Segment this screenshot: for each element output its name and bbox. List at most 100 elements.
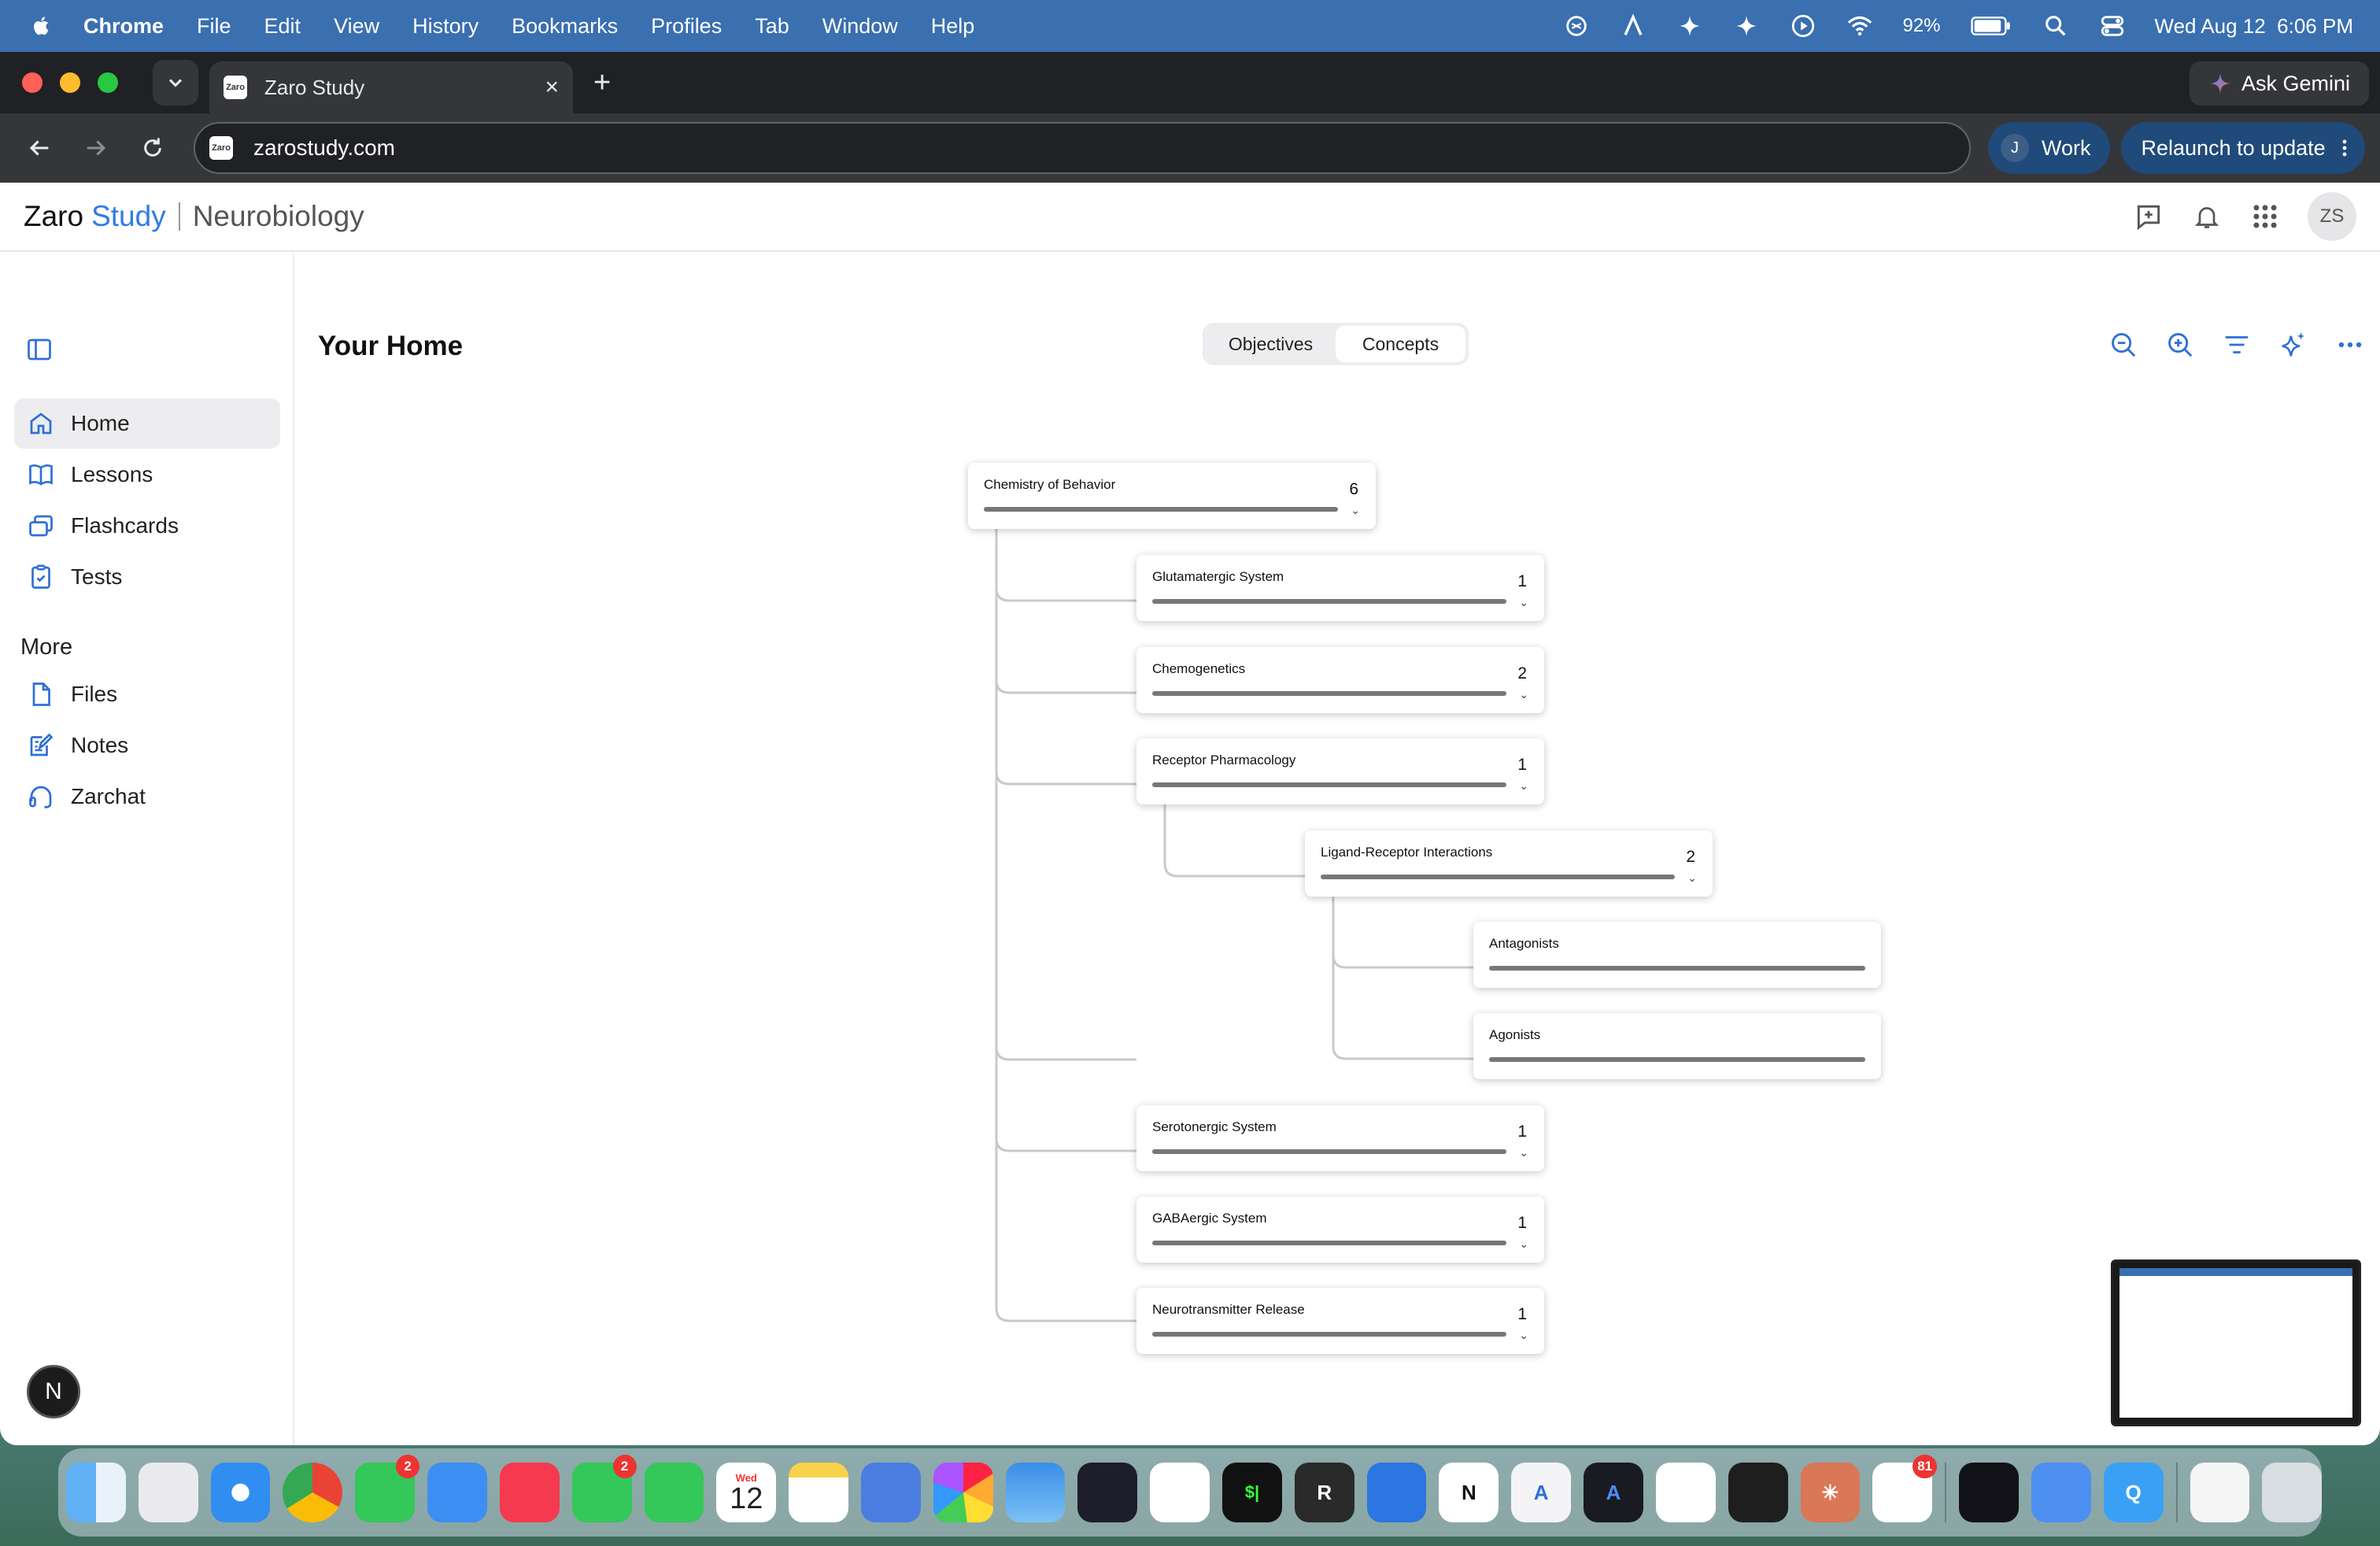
chatgpt-status-icon[interactable] [1562, 12, 1591, 40]
tab-zaro-study[interactable]: Zaro Zaro Study × [209, 61, 573, 113]
close-window-button[interactable] [22, 72, 42, 93]
battery-icon[interactable] [1969, 12, 2013, 40]
forward-button[interactable] [79, 131, 113, 165]
messages-icon[interactable]: 2 [355, 1455, 420, 1522]
menu-window[interactable]: Window [822, 14, 898, 39]
chevron-down-icon[interactable]: ⌄ [1519, 1237, 1528, 1251]
menu-profiles[interactable]: Profiles [651, 14, 722, 39]
xcode-icon[interactable] [1366, 1463, 1427, 1522]
address-bar[interactable]: Zaro zarostudy.com [194, 122, 1971, 174]
chevron-down-icon[interactable]: ⌄ [1519, 688, 1528, 701]
control-center-icon[interactable] [2098, 12, 2127, 40]
messages-badge: 2 [396, 1455, 420, 1478]
menu-help[interactable]: Help [931, 14, 975, 39]
recent-document-icon[interactable] [2190, 1463, 2250, 1522]
chrome-icon[interactable] [283, 1463, 343, 1522]
claude-icon[interactable]: ✳ [1800, 1463, 1861, 1522]
sidebar-item-flashcards[interactable]: Flashcards [14, 501, 280, 551]
a-app-icon[interactable]: A [1511, 1463, 1572, 1522]
back-button[interactable] [22, 131, 57, 165]
menu-clock[interactable]: Wed Aug 12 6:06 PM [2155, 14, 2353, 39]
spotlight-search-icon[interactable] [2042, 12, 2070, 40]
simulator-icon[interactable] [860, 1463, 921, 1522]
jar-app-icon[interactable] [2031, 1463, 2091, 1522]
music-icon[interactable] [499, 1463, 560, 1522]
minimize-window-button[interactable] [60, 72, 80, 93]
chevron-down-icon[interactable]: ⌄ [1519, 1146, 1528, 1160]
sidebar-item-home[interactable]: Home [14, 398, 280, 449]
menu-file[interactable]: File [197, 14, 231, 39]
a-app-status-icon[interactable] [1619, 12, 1647, 40]
sidebar-item-lessons[interactable]: Lessons [14, 449, 280, 500]
next-dev-badge[interactable]: N [27, 1365, 80, 1418]
mail-icon[interactable] [427, 1463, 487, 1522]
chevron-down-icon[interactable]: ⌄ [1351, 504, 1360, 517]
facetime-icon[interactable]: 2 [571, 1455, 637, 1522]
new-tab-button[interactable]: + [593, 66, 611, 100]
chevron-down-icon[interactable]: ⌄ [1687, 871, 1697, 885]
ask-gemini-button[interactable]: Ask Gemini [2189, 61, 2369, 105]
maximize-window-button[interactable] [98, 72, 118, 93]
sparkle-status-icon[interactable] [1676, 12, 1704, 40]
concept-node-agonists[interactable]: Agonists [1473, 1013, 1881, 1079]
menu-tab[interactable]: Tab [755, 14, 789, 39]
concept-node-antagonists[interactable]: Antagonists [1473, 922, 1881, 988]
apps-grid-icon[interactable] [2249, 201, 2281, 232]
menu-bookmarks[interactable]: Bookmarks [512, 14, 618, 39]
tab-search-button[interactable] [153, 60, 198, 105]
app-brand[interactable]: Zaro Study Neurobiology [24, 200, 364, 233]
finder-icon[interactable] [66, 1463, 126, 1522]
calendar-icon[interactable]: Wed 12 [716, 1463, 777, 1522]
trash-icon[interactable] [2262, 1463, 2323, 1522]
reload-button[interactable] [135, 131, 170, 165]
circle-app-icon[interactable] [1959, 1463, 2019, 1522]
concept-node-gabaergic[interactable]: GABAergic System 1 ⌄ [1136, 1196, 1544, 1263]
close-tab-icon[interactable]: × [545, 74, 559, 101]
terminal-icon[interactable]: $| [1222, 1463, 1282, 1522]
concept-node-root[interactable]: Chemistry of Behavior 6 ⌄ [968, 463, 1376, 529]
apple-menu-icon[interactable] [30, 14, 61, 38]
chevron-down-icon[interactable]: ⌄ [1519, 596, 1528, 609]
bell-icon[interactable] [2191, 201, 2223, 232]
butterfly-app-icon[interactable] [1077, 1463, 1138, 1522]
a-app-dark-icon[interactable]: A [1584, 1463, 1643, 1522]
figma-icon[interactable] [1728, 1463, 1788, 1522]
chatgpt-app-icon[interactable]: 81 [1872, 1455, 1938, 1522]
sidebar-toggle-icon[interactable] [25, 335, 54, 368]
wifi-icon[interactable] [1846, 12, 1874, 40]
concept-node-serotonergic[interactable]: Serotonergic System 1 ⌄ [1136, 1105, 1544, 1171]
chevron-down-icon[interactable]: ⌄ [1519, 1329, 1528, 1342]
user-avatar[interactable]: ZS [2308, 192, 2356, 241]
chevron-down-icon[interactable]: ⌄ [1519, 779, 1528, 793]
menu-view[interactable]: View [334, 14, 379, 39]
menu-app-name[interactable]: Chrome [83, 14, 164, 39]
feedback-icon[interactable] [2133, 201, 2164, 232]
q-app-icon[interactable]: Q [2103, 1463, 2164, 1522]
profile-button[interactable]: J Work [1988, 122, 2110, 174]
concept-node-glutamatergic[interactable]: Glutamatergic System 1 ⌄ [1136, 555, 1544, 621]
launchpad-icon[interactable] [138, 1463, 198, 1522]
gemini-status-icon[interactable] [1732, 12, 1761, 40]
concept-node-neurotransmitter-release[interactable]: Neurotransmitter Release 1 ⌄ [1136, 1288, 1544, 1354]
sidebar-item-tests[interactable]: Tests [14, 552, 280, 602]
relaunch-to-update-button[interactable]: Relaunch to update [2120, 122, 2365, 174]
concept-node-ligand-receptor[interactable]: Ligand-Receptor Interactions 2 ⌄ [1305, 830, 1713, 897]
photos-icon[interactable] [933, 1463, 993, 1522]
phone-icon[interactable] [644, 1463, 704, 1522]
slack-icon[interactable] [1150, 1463, 1210, 1522]
concept-node-receptor-pharmacology[interactable]: Receptor Pharmacology 1 ⌄ [1136, 738, 1544, 804]
menu-edit[interactable]: Edit [264, 14, 301, 39]
sidebar-item-files[interactable]: Files [14, 669, 280, 719]
menu-history[interactable]: History [412, 14, 479, 39]
gemini-app-icon[interactable] [1655, 1463, 1716, 1522]
notes-app-icon[interactable] [789, 1463, 848, 1522]
concept-node-chemogenetics[interactable]: Chemogenetics 2 ⌄ [1136, 647, 1544, 713]
r-app-icon[interactable]: R [1294, 1463, 1354, 1522]
notion-icon[interactable]: N [1439, 1463, 1499, 1522]
safari-icon[interactable] [210, 1463, 271, 1522]
weather-icon[interactable] [1005, 1463, 1066, 1522]
sidebar-item-notes[interactable]: Notes [14, 720, 280, 771]
screenshot-thumbnail[interactable] [2111, 1259, 2361, 1426]
sidebar-item-zarchat[interactable]: Zarchat [14, 771, 280, 822]
play-status-icon[interactable] [1789, 12, 1817, 40]
